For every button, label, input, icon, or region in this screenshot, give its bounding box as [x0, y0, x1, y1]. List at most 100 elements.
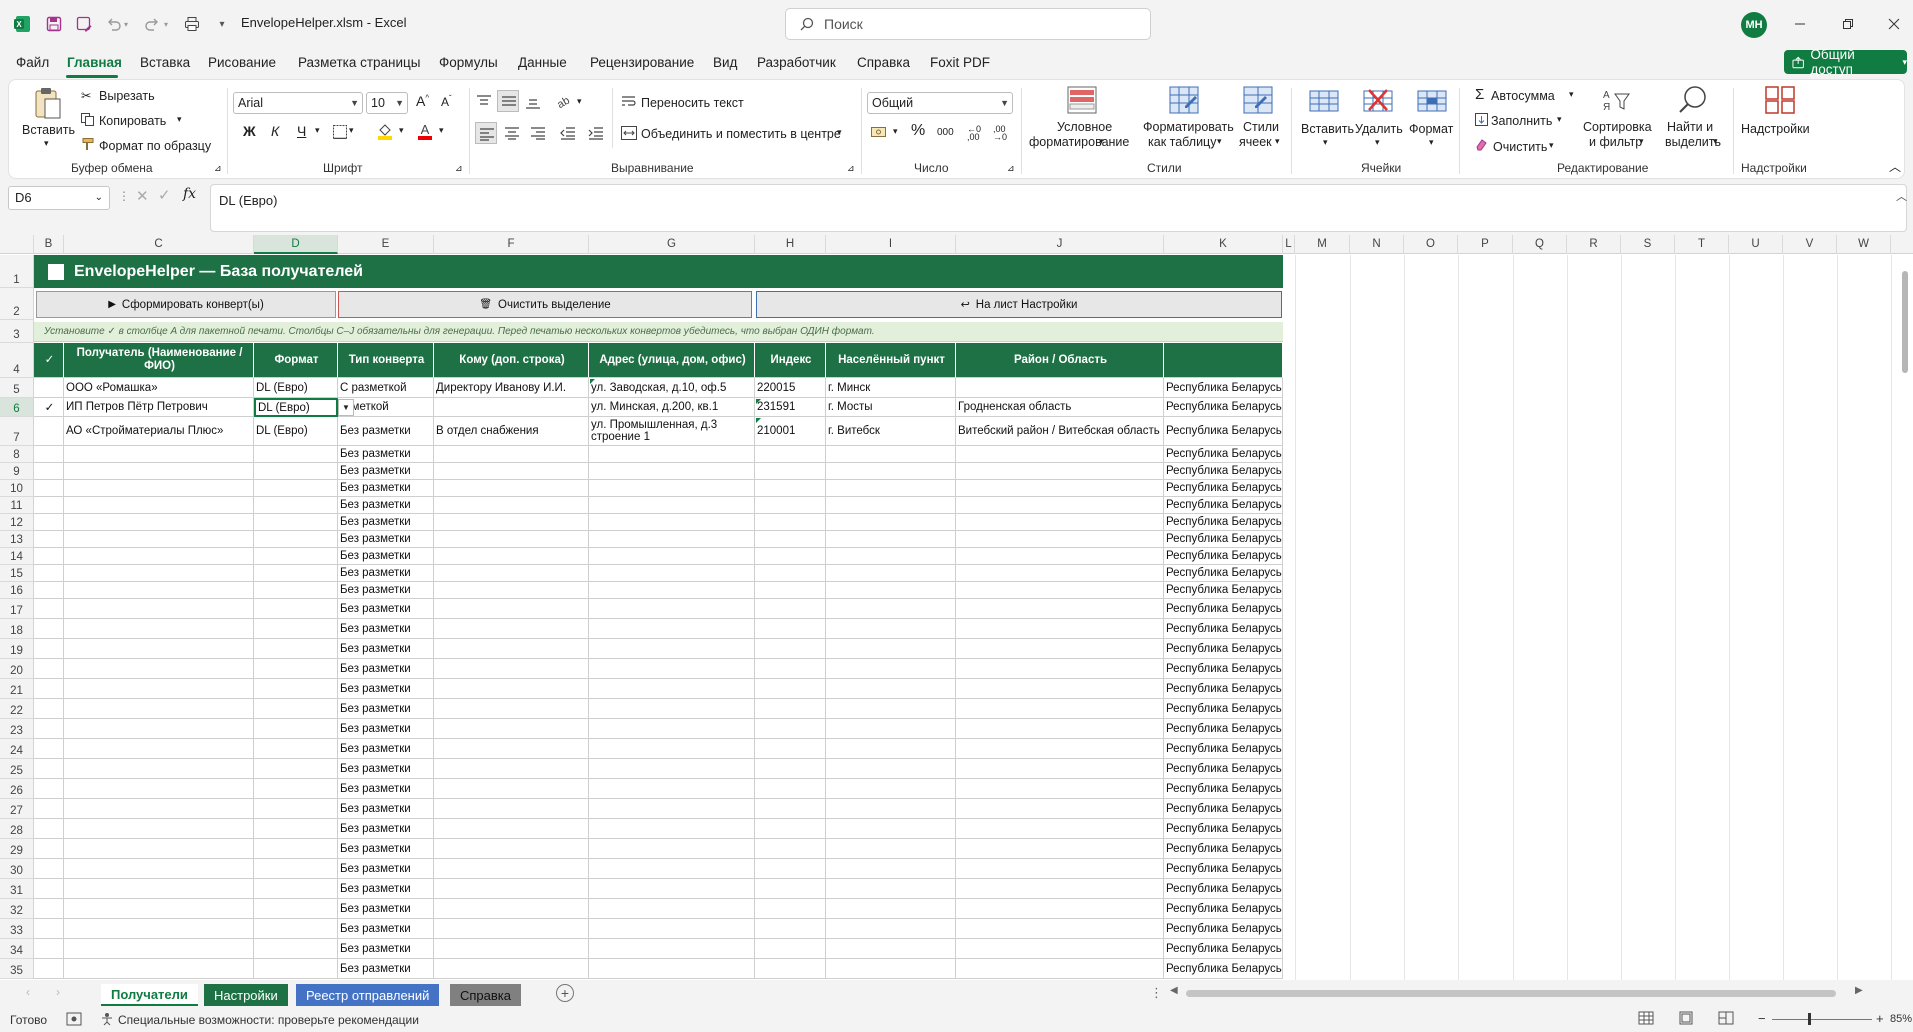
- cell-city[interactable]: [826, 679, 956, 699]
- cell-city[interactable]: [826, 531, 956, 548]
- tab-formulas[interactable]: Формулы: [439, 55, 498, 70]
- align-center-icon[interactable]: [503, 125, 521, 141]
- cell-type[interactable]: Без разметки: [338, 582, 434, 599]
- cell-format[interactable]: [254, 531, 338, 548]
- row-header[interactable]: 7: [0, 417, 34, 446]
- zoom-slider[interactable]: [1772, 1019, 1872, 1020]
- cell-type[interactable]: Без разметки: [338, 859, 434, 879]
- cell-format[interactable]: [254, 548, 338, 565]
- row-header[interactable]: 26: [0, 779, 34, 799]
- cell-region[interactable]: [956, 497, 1164, 514]
- row-header[interactable]: 12: [0, 514, 34, 531]
- cell-address[interactable]: [589, 699, 755, 719]
- cell-region[interactable]: [956, 819, 1164, 839]
- sort-filter-label-1[interactable]: Сортировка: [1583, 120, 1652, 134]
- cell-format[interactable]: [254, 699, 338, 719]
- cell-format[interactable]: [254, 480, 338, 497]
- cell-city[interactable]: г. Витебск: [826, 417, 956, 446]
- cell-format[interactable]: [254, 659, 338, 679]
- decrease-decimal-icon[interactable]: ,00 →0: [993, 125, 1007, 142]
- save-icon[interactable]: [42, 12, 66, 36]
- clipboard-launcher-icon[interactable]: ⊿: [214, 163, 222, 174]
- cell-country[interactable]: Республика Беларусь: [1164, 639, 1283, 659]
- cell-type[interactable]: Без разметки: [338, 899, 434, 919]
- row-header[interactable]: 8: [0, 446, 34, 463]
- cell-to-whom[interactable]: [434, 463, 589, 480]
- currency-dropdown-icon[interactable]: ▾: [893, 126, 898, 137]
- cell-type[interactable]: Без разметки: [338, 759, 434, 779]
- macro-record-icon[interactable]: [66, 1012, 82, 1026]
- format-painter-icon[interactable]: [81, 138, 94, 151]
- cell-city[interactable]: [826, 514, 956, 531]
- cell-address[interactable]: [589, 779, 755, 799]
- increase-font-icon[interactable]: A^: [416, 93, 429, 109]
- row-header[interactable]: 14: [0, 548, 34, 565]
- cell-to-whom[interactable]: [434, 639, 589, 659]
- cell-styles-icon[interactable]: [1243, 86, 1273, 114]
- merge-dropdown-icon[interactable]: ▾: [837, 127, 842, 138]
- column-header-h[interactable]: H: [755, 235, 826, 254]
- cell-check[interactable]: [34, 799, 64, 819]
- row-header[interactable]: 1: [0, 255, 34, 288]
- currency-icon[interactable]: [871, 125, 889, 139]
- cell-country[interactable]: Республика Беларусь: [1164, 619, 1283, 639]
- font-color-dropdown-icon[interactable]: ▾: [439, 125, 444, 136]
- cell-to-whom[interactable]: [434, 719, 589, 739]
- cell-format[interactable]: DL (Евро): [254, 417, 338, 446]
- cell-region[interactable]: Витебский район / Витебская область: [956, 417, 1164, 446]
- cell-region[interactable]: [956, 839, 1164, 859]
- cell-index[interactable]: 210001: [755, 417, 826, 446]
- cell-index[interactable]: [755, 582, 826, 599]
- underline-button[interactable]: Ч: [297, 123, 306, 139]
- cell-recipient[interactable]: [64, 699, 254, 719]
- column-header-d[interactable]: D: [254, 235, 338, 254]
- cell-recipient[interactable]: [64, 799, 254, 819]
- cell-recipient[interactable]: [64, 779, 254, 799]
- cell-recipient[interactable]: АО «Стройматериалы Плюс»: [64, 417, 254, 446]
- cell-recipient[interactable]: [64, 659, 254, 679]
- cell-city[interactable]: [826, 799, 956, 819]
- column-header-o[interactable]: O: [1404, 235, 1458, 254]
- paste-icon[interactable]: [33, 86, 63, 120]
- cell-check[interactable]: [34, 599, 64, 619]
- cell-recipient[interactable]: [64, 959, 254, 979]
- insert-dropdown-icon[interactable]: ▾: [1323, 137, 1328, 148]
- cell-recipient[interactable]: [64, 819, 254, 839]
- cell-index[interactable]: [755, 899, 826, 919]
- column-header-r[interactable]: R: [1567, 235, 1621, 254]
- cell-region[interactable]: [956, 919, 1164, 939]
- cell-address[interactable]: [589, 514, 755, 531]
- cell-format[interactable]: [254, 463, 338, 480]
- scrollbar-thumb[interactable]: [1186, 990, 1836, 997]
- cell-to-whom[interactable]: В отдел снабжения: [434, 417, 589, 446]
- fill-icon[interactable]: [1475, 113, 1488, 126]
- share-button[interactable]: Общий доступ ▾: [1784, 47, 1907, 77]
- align-left-icon[interactable]: [475, 122, 497, 144]
- enter-icon[interactable]: ✓: [158, 186, 171, 204]
- cell-country[interactable]: Республика Беларусь: [1164, 548, 1283, 565]
- cell-to-whom[interactable]: [434, 819, 589, 839]
- cell-index[interactable]: [755, 619, 826, 639]
- fill-color-dropdown-icon[interactable]: ▾: [399, 125, 404, 136]
- cell-format[interactable]: [254, 739, 338, 759]
- cell-country[interactable]: Республика Беларусь: [1164, 659, 1283, 679]
- generate-envelopes-button[interactable]: ▶ Сформировать конверт(ы): [36, 291, 336, 318]
- cell-country[interactable]: Республика Беларусь: [1164, 378, 1283, 398]
- cell-format[interactable]: [254, 599, 338, 619]
- cell-recipient[interactable]: [64, 619, 254, 639]
- cell-styles-label-2[interactable]: ячеек: [1239, 135, 1272, 149]
- undo-dropdown-icon[interactable]: ▾: [120, 12, 132, 36]
- delete-dropdown-icon[interactable]: ▾: [1375, 137, 1380, 148]
- print-icon[interactable]: [180, 12, 204, 36]
- cell-index[interactable]: [755, 719, 826, 739]
- cell-format[interactable]: [254, 899, 338, 919]
- paste-button[interactable]: Вставить: [22, 123, 75, 137]
- column-header-b[interactable]: B: [34, 235, 64, 254]
- cell-city[interactable]: [826, 497, 956, 514]
- cell-check[interactable]: [34, 565, 64, 582]
- cell-city[interactable]: [826, 619, 956, 639]
- cell-format[interactable]: [254, 839, 338, 859]
- select-all-corner[interactable]: [0, 235, 34, 254]
- cell-region[interactable]: [956, 378, 1164, 398]
- cell-format[interactable]: [254, 799, 338, 819]
